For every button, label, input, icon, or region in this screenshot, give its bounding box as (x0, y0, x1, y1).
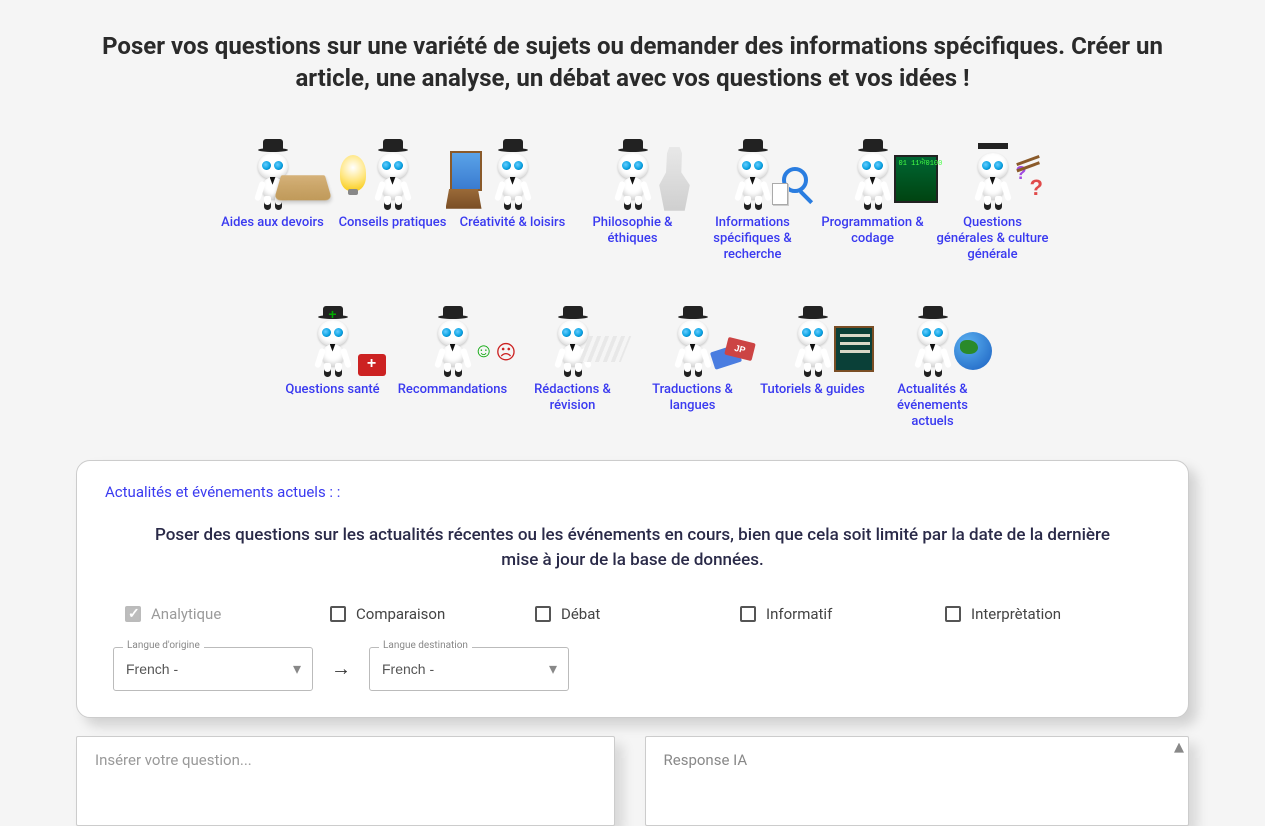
checkbox-label: Informatif (766, 605, 832, 623)
category-label: Tutoriels & guides (760, 382, 865, 398)
category-creativity[interactable]: Créativité & loisirs (457, 115, 569, 264)
checkbox-label: Comparaison (356, 605, 445, 623)
robot-magnifier-icon (705, 115, 801, 211)
category-news[interactable]: Actualités & événements actuels (877, 282, 989, 431)
category-health[interactable]: Questions santé (277, 282, 389, 431)
category-label: Recommandations (398, 382, 507, 398)
checkbox-debat[interactable]: Débat (535, 605, 730, 623)
lang-origin-label: Langue d'origine (123, 640, 204, 651)
category-label: Programmation & codage (817, 215, 929, 248)
checkbox-icon (945, 606, 961, 622)
panel-title: Actualités et événements actuels : : (105, 483, 1160, 501)
category-general-knowledge[interactable]: Questions générales & culture générale (937, 115, 1049, 264)
checkbox-label: Débat (561, 605, 600, 623)
category-label: Rédactions & révision (517, 382, 629, 415)
checkbox-label: Analytique (151, 605, 221, 623)
checkbox-analytique: Analytique (125, 605, 320, 623)
robot-pen-icon (525, 282, 621, 378)
category-translation[interactable]: Traductions & langues (637, 282, 749, 431)
robot-statue-icon (585, 115, 681, 211)
category-label: Aides aux devoirs (221, 215, 324, 231)
category-writing[interactable]: Rédactions & révision (517, 282, 629, 431)
lang-dest-label: Langue destination (379, 640, 472, 651)
robot-book-icon (225, 115, 321, 211)
category-label: Traductions & langues (637, 382, 749, 415)
category-label: Actualités & événements actuels (877, 382, 989, 431)
lang-dest-select-wrap: Langue destination French - (369, 647, 569, 691)
robot-board-icon (765, 282, 861, 378)
category-homework[interactable]: Aides aux devoirs (217, 115, 329, 264)
category-grid: Aides aux devoirs Conseils pratiques Cré… (183, 115, 1083, 431)
category-label: Philosophie & éthiques (577, 215, 689, 248)
page-title: Poser vos questions sur une variété de s… (93, 30, 1173, 95)
arrow-right-icon: → (331, 656, 351, 681)
category-label: Questions santé (285, 382, 379, 398)
response-output: Response IA (645, 736, 1190, 826)
category-tutorials[interactable]: Tutoriels & guides (757, 282, 869, 431)
category-research[interactable]: Informations spécifiques & recherche (697, 115, 809, 264)
checkbox-label: Interprètation (971, 605, 1061, 623)
options-panel: Actualités et événements actuels : : Pos… (76, 460, 1189, 717)
robot-faces-icon (405, 282, 501, 378)
lang-origin-select-wrap: Langue d'origine French - (113, 647, 313, 691)
category-label: Informations spécifiques & recherche (697, 215, 809, 264)
io-row: Insérer votre question... Response IA (76, 736, 1189, 826)
checkbox-informatif[interactable]: Informatif (740, 605, 935, 623)
checkbox-icon (740, 606, 756, 622)
language-row: Langue d'origine French - → Langue desti… (105, 647, 1160, 691)
panel-description: Poser des questions sur les actualités r… (143, 523, 1123, 572)
robot-code-icon (825, 115, 921, 211)
category-label: Créativité & loisirs (460, 215, 566, 231)
checkbox-icon (125, 606, 141, 622)
checkbox-interpretation[interactable]: Interprètation (945, 605, 1140, 623)
category-practical[interactable]: Conseils pratiques (337, 115, 449, 264)
robot-bulb-icon (345, 115, 441, 211)
robot-graduate-icon (945, 115, 1041, 211)
lang-dest-select[interactable]: French - (369, 647, 569, 691)
category-philosophy[interactable]: Philosophie & éthiques (577, 115, 689, 264)
robot-easel-icon (465, 115, 561, 211)
mode-check-row: Analytique Comparaison Débat Informatif … (105, 605, 1160, 623)
lang-origin-select[interactable]: French - (113, 647, 313, 691)
checkbox-icon (330, 606, 346, 622)
robot-medkit-icon (285, 282, 381, 378)
robot-globe-icon (885, 282, 981, 378)
category-programming[interactable]: Programmation & codage (817, 115, 929, 264)
question-input[interactable]: Insérer votre question... (76, 736, 615, 826)
robot-cards-icon (645, 282, 741, 378)
checkbox-icon (535, 606, 551, 622)
category-recommendations[interactable]: Recommandations (397, 282, 509, 431)
category-label: Questions générales & culture générale (937, 215, 1049, 264)
checkbox-comparaison[interactable]: Comparaison (330, 605, 525, 623)
category-label: Conseils pratiques (339, 215, 447, 231)
